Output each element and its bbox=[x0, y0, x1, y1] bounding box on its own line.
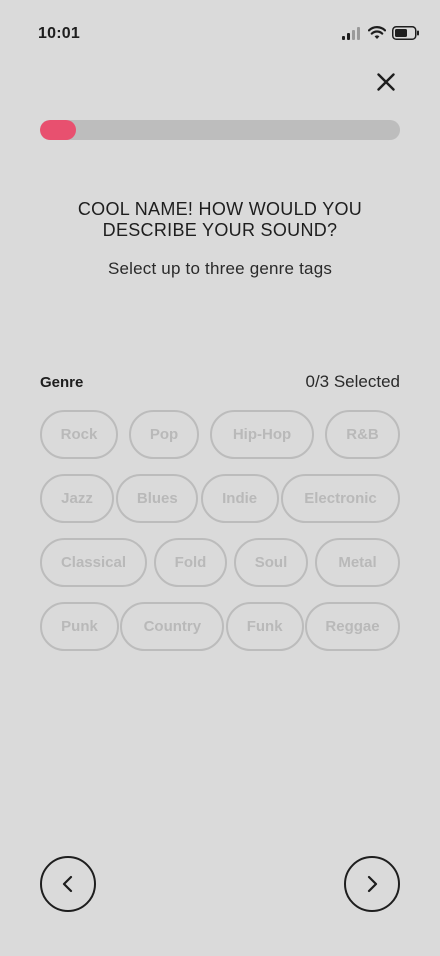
tag-rock[interactable]: Rock bbox=[40, 410, 118, 459]
battery-icon bbox=[392, 26, 420, 45]
tag-electronic[interactable]: Electronic bbox=[280, 474, 400, 523]
tag-blues[interactable]: Blues bbox=[116, 474, 199, 523]
tag-rnb[interactable]: R&B bbox=[325, 410, 400, 459]
wifi-icon bbox=[367, 26, 387, 45]
tag-reggae[interactable]: Reggae bbox=[304, 602, 400, 651]
tag-row: Rock Pop Hip-Hop R&B bbox=[40, 410, 400, 459]
selected-count: 0/3 Selected bbox=[305, 372, 400, 391]
tag-classical[interactable]: Classical bbox=[40, 538, 147, 587]
status-icons bbox=[342, 26, 420, 45]
tag-funk[interactable]: Funk bbox=[225, 602, 304, 651]
cellular-signal-icon bbox=[342, 26, 362, 45]
page-title: COOL NAME! HOW WOULD YOU DESCRIBE YOUR S… bbox=[77, 199, 363, 240]
tag-row: Classical Fold Soul Metal bbox=[40, 538, 400, 587]
tag-row: Punk Country Funk Reggae bbox=[40, 602, 400, 651]
close-button[interactable] bbox=[372, 68, 400, 96]
chevron-right-icon bbox=[367, 875, 378, 893]
tag-jazz[interactable]: Jazz bbox=[40, 474, 114, 523]
back-button[interactable] bbox=[40, 856, 96, 912]
next-button[interactable] bbox=[344, 856, 400, 912]
status-bar: 10:01 bbox=[0, 0, 440, 60]
tag-metal[interactable]: Metal bbox=[315, 538, 400, 587]
tag-fold[interactable]: Fold bbox=[154, 538, 227, 587]
tag-punk[interactable]: Punk bbox=[40, 602, 119, 651]
tag-hip-hop[interactable]: Hip-Hop bbox=[210, 410, 314, 459]
close-icon bbox=[377, 73, 395, 91]
genre-tag-list: Rock Pop Hip-Hop R&B Jazz Blues Indie El… bbox=[40, 410, 400, 666]
tag-pop[interactable]: Pop bbox=[129, 410, 199, 459]
status-time: 10:01 bbox=[38, 25, 80, 42]
genre-header: Genre 0/3 Selected bbox=[40, 370, 400, 394]
genre-label: Genre bbox=[40, 373, 84, 391]
tag-row: Jazz Blues Indie Electronic bbox=[40, 474, 400, 523]
page-subtitle: Select up to three genre tags bbox=[107, 259, 333, 278]
tag-country[interactable]: Country bbox=[120, 602, 225, 651]
progress-bar bbox=[40, 120, 400, 140]
tag-soul[interactable]: Soul bbox=[234, 538, 308, 587]
chevron-left-icon bbox=[62, 875, 73, 893]
tag-indie[interactable]: Indie bbox=[200, 474, 279, 523]
progress-fill bbox=[40, 120, 76, 140]
